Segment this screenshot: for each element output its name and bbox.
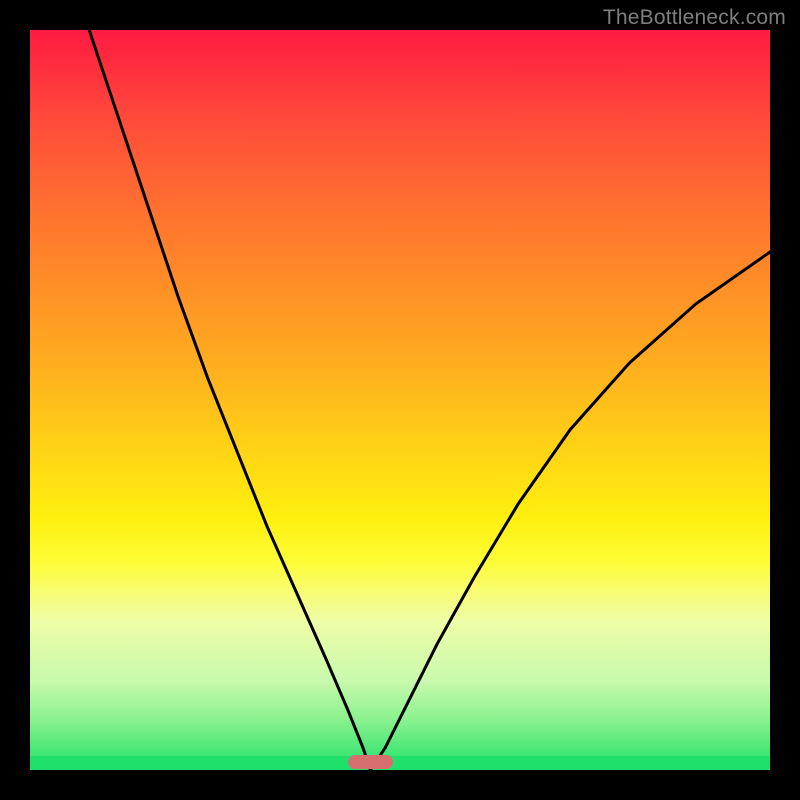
plot-area [30,30,770,770]
chart-frame: TheBottleneck.com [0,0,800,800]
bottleneck-curve [30,30,770,770]
watermark-text: TheBottleneck.com [603,6,786,30]
minimum-marker [348,755,392,769]
green-baseline-strip [30,756,770,770]
